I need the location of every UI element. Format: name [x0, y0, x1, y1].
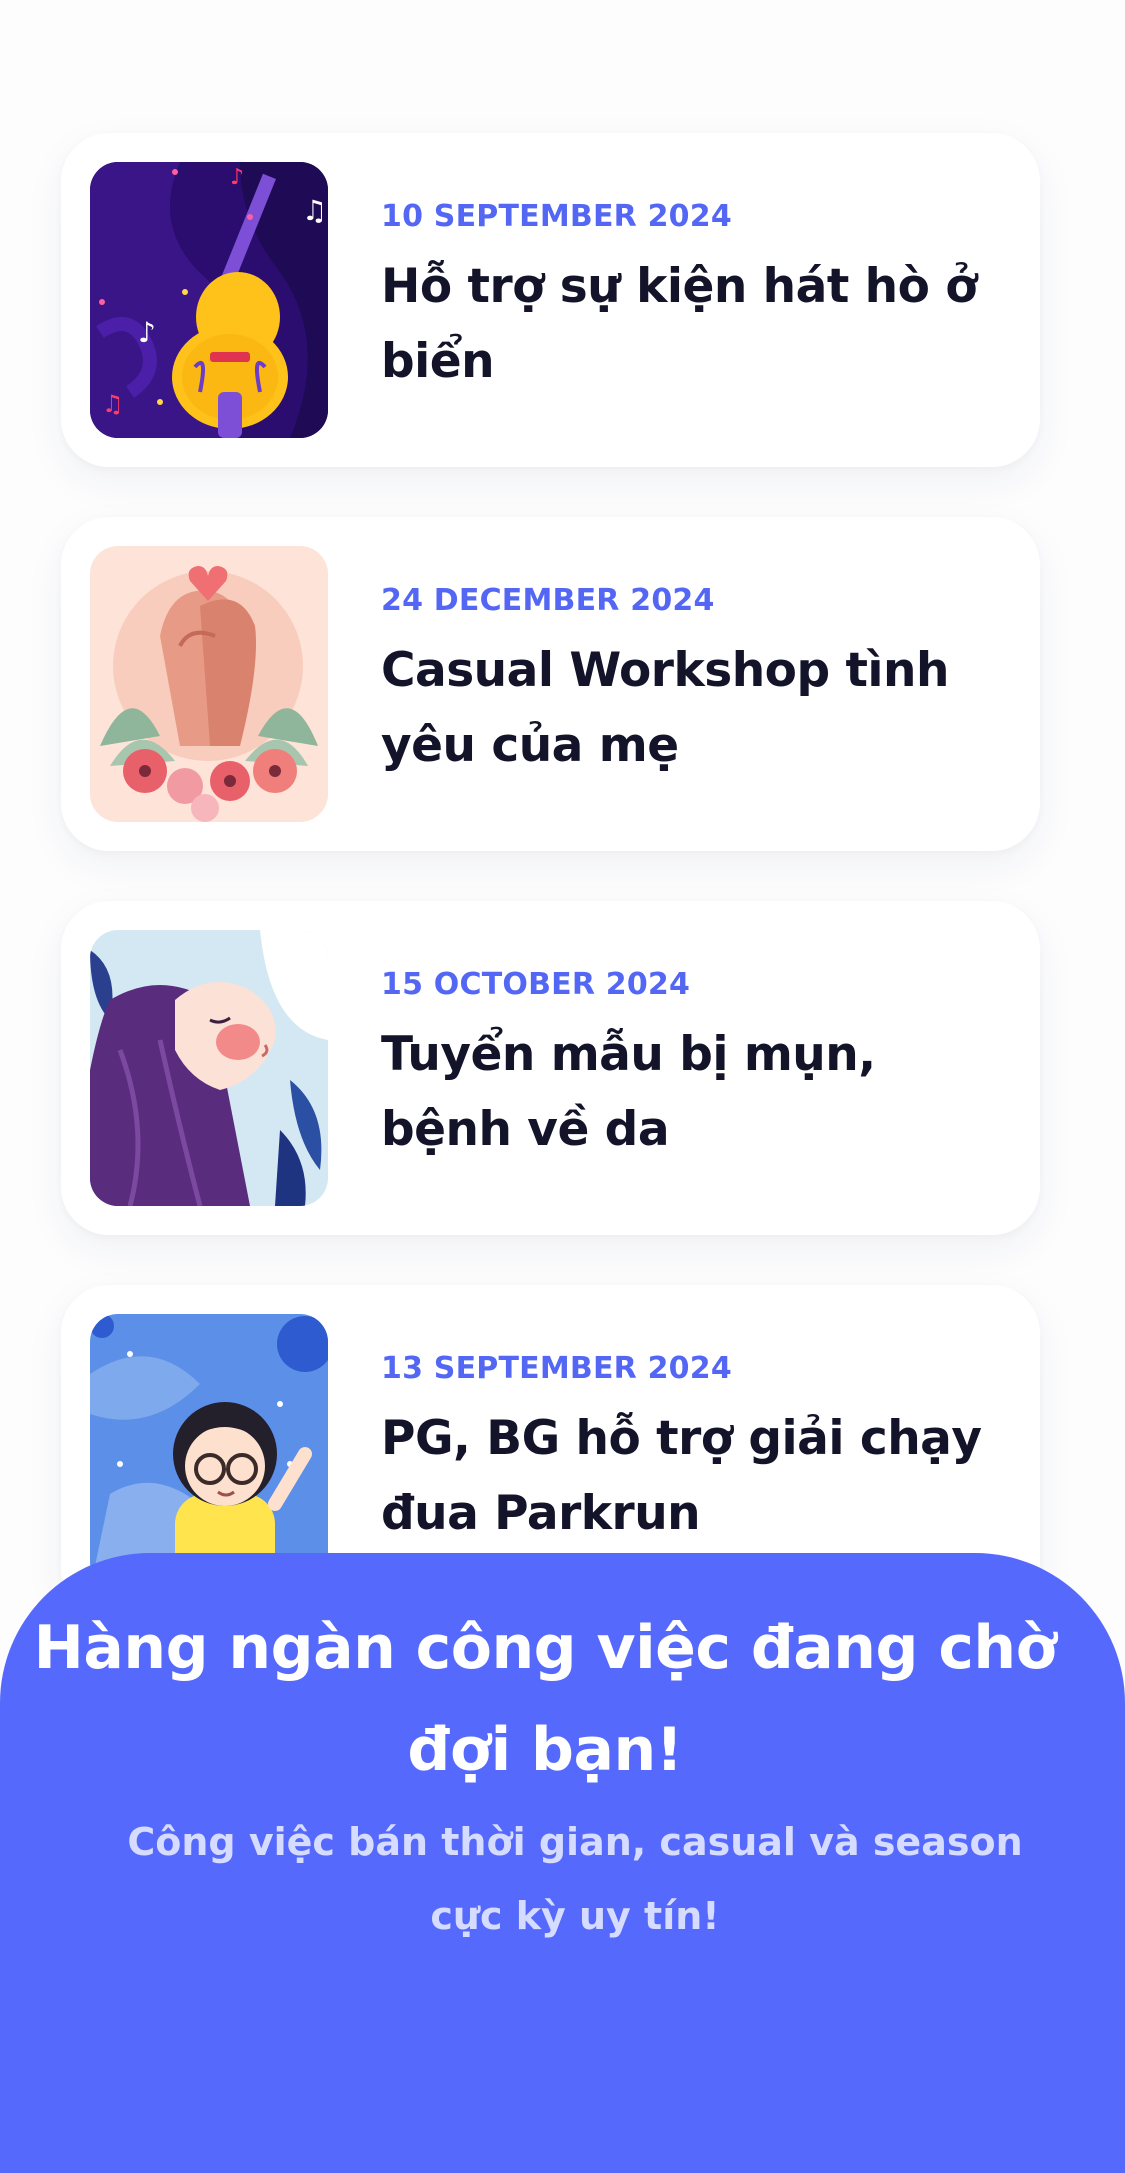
promo-banner: Hàng ngàn công việc đang chờ đợi bạn! Cô…: [0, 1553, 1125, 2173]
svg-text:♪: ♪: [230, 165, 244, 190]
event-card[interactable]: ♪ ♫ ♫ ♪ 10 SEPTEMBER 2024 Hỗ trợ sự kiện…: [61, 133, 1040, 467]
promo-subtitle: Công việc bán thời gian, casual và seaso…: [127, 1820, 1023, 1938]
event-title[interactable]: Tuyển mẫu bị mụn, bệnh về da: [381, 1017, 1001, 1167]
event-date: 13 SEPTEMBER 2024: [381, 1351, 732, 1386]
event-card[interactable]: 24 DECEMBER 2024 Casual Workshop tình yê…: [61, 517, 1040, 851]
girl-balloon-illustration-icon: [90, 1314, 328, 1590]
hands-flowers-illustration-icon: [90, 546, 328, 822]
woman-face-illustration-icon: [90, 930, 328, 1206]
promo-title: Hàng ngàn công việc đang chờ đợi bạn!: [33, 1613, 1057, 1785]
svg-text:♫: ♫: [302, 194, 327, 227]
guitar-music-illustration-icon: ♪ ♫ ♫ ♪: [90, 162, 328, 438]
event-title[interactable]: Casual Workshop tình yêu của mẹ: [381, 633, 1001, 783]
svg-text:♪: ♪: [138, 316, 156, 349]
event-card[interactable]: 15 OCTOBER 2024 Tuyển mẫu bị mụn, bệnh v…: [61, 901, 1040, 1235]
svg-text:♫: ♫: [102, 390, 124, 418]
event-title[interactable]: Hỗ trợ sự kiện hát hò ở biển: [381, 249, 1001, 399]
event-date: 10 SEPTEMBER 2024: [381, 199, 732, 234]
event-title[interactable]: PG, BG hỗ trợ giải chạy đua Parkrun: [381, 1401, 1001, 1551]
event-date: 24 DECEMBER 2024: [381, 583, 715, 618]
event-date: 15 OCTOBER 2024: [381, 967, 691, 1002]
